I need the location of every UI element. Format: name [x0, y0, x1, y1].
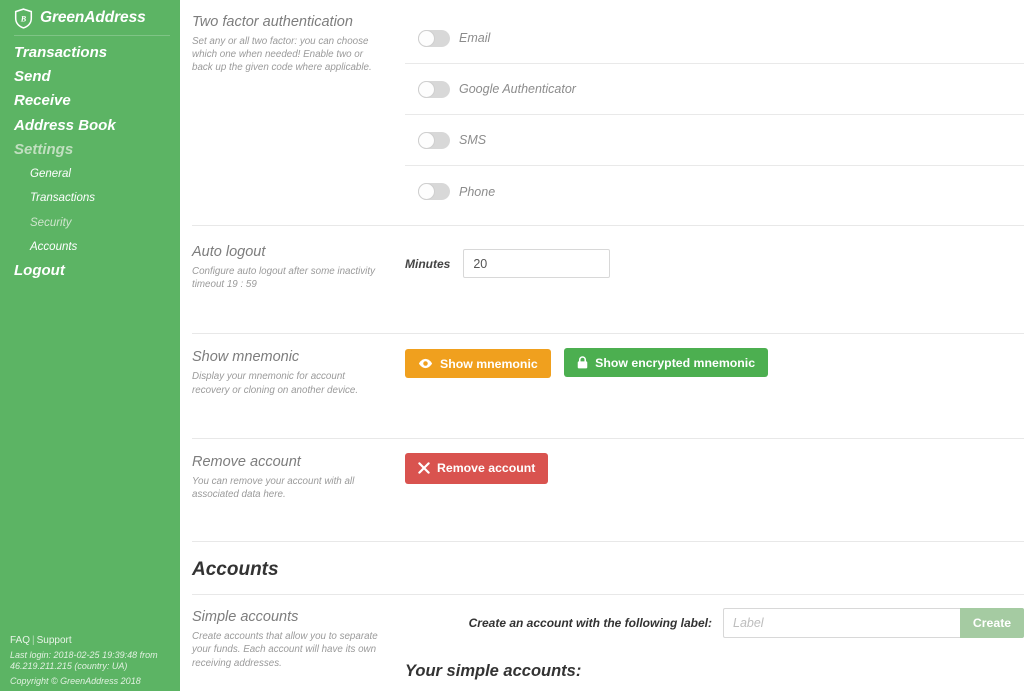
times-icon — [418, 462, 430, 475]
create-account-prompt: Create an account with the following lab… — [468, 616, 712, 631]
toggle-sms[interactable] — [418, 131, 450, 149]
footer-links: FAQ | Support — [10, 635, 180, 647]
show-encrypted-mnemonic-button-label: Show encrypted mnemonic — [595, 355, 756, 370]
sidebar-item-logout[interactable]: Logout — [0, 259, 180, 283]
auto-logout-control: Minutes — [405, 243, 1024, 278]
auto-logout-title: Auto logout — [192, 244, 266, 260]
support-link[interactable]: Support — [37, 635, 72, 646]
your-simple-accounts-heading: Your simple accounts: — [405, 662, 582, 681]
footer-separator: | — [32, 635, 35, 646]
remove-account-button[interactable]: Remove account — [405, 452, 549, 484]
show-mnemonic-title: Show mnemonic — [192, 349, 300, 366]
minutes-field-group: Minutes — [405, 249, 1024, 278]
remove-account-button-label: Remove account — [437, 461, 536, 476]
toggle-label-google-authenticator: Google Authenticator — [459, 82, 576, 96]
minutes-input[interactable] — [463, 249, 611, 278]
create-account-button[interactable]: Create — [960, 608, 1024, 639]
toggle-label-email: Email — [459, 31, 491, 45]
svg-text:B: B — [20, 14, 27, 23]
toggle-knob — [418, 29, 435, 47]
show-mnemonic-info: Show mnemonic Display your mnemonic for … — [192, 348, 405, 396]
faq-link[interactable]: FAQ — [10, 635, 30, 646]
toggle-phone[interactable] — [418, 183, 450, 200]
toggle-knob — [418, 183, 435, 200]
last-login-text: Last login: 2018-02-25 19:39:48 from 46.… — [10, 649, 158, 672]
divider-before-accounts — [192, 541, 1024, 543]
toggle-row-email: Email — [405, 13, 1024, 64]
toggle-row-google-authenticator: Google Authenticator — [405, 64, 1024, 115]
sidebar-item-address-book[interactable]: Address Book — [0, 114, 180, 138]
two-factor-description: Set any or all two factor: you can choos… — [192, 36, 372, 74]
lock-icon — [577, 356, 588, 369]
toggle-label-sms: SMS — [459, 133, 487, 147]
brand-name: GreenAddress — [40, 9, 146, 26]
eye-icon — [418, 358, 433, 369]
toggle-google-authenticator[interactable] — [418, 80, 450, 98]
create-account-row: Create an account with the following lab… — [405, 608, 1024, 639]
show-encrypted-mnemonic-button[interactable]: Show encrypted mnemonic — [564, 348, 769, 378]
show-mnemonic-button[interactable]: Show mnemonic — [405, 349, 551, 379]
simple-accounts-title: Simple accounts — [192, 609, 299, 626]
toggle-row-sms: SMS — [405, 115, 1024, 166]
copyright-text: Copyright © GreenAddress 2018 — [10, 675, 141, 686]
show-mnemonic-actions: Show mnemonic Show encrypted mnemonic — [405, 348, 1024, 379]
show-mnemonic-button-label: Show mnemonic — [440, 356, 538, 371]
sidebar-subitem-accounts[interactable]: Accounts — [0, 235, 180, 259]
section-simple-accounts: Simple accounts Create accounts that all… — [180, 595, 1024, 691]
remove-account-info: Remove account You can remove your accou… — [192, 453, 405, 501]
create-account-input-group: Create — [723, 608, 1024, 639]
remove-account-title: Remove account — [192, 453, 301, 470]
section-show-mnemonic: Show mnemonic Display your mnemonic for … — [180, 334, 1024, 396]
brand-divider — [14, 35, 170, 36]
main-content: Two factor authentication Set any or all… — [180, 0, 1024, 691]
two-factor-info: Two factor authentication Set any or all… — [192, 13, 405, 217]
sidebar-nav: Transactions Send Receive Address Book S… — [0, 41, 180, 283]
simple-accounts-panel: Create an account with the following lab… — [405, 608, 1024, 691]
shield-b-logo-icon: B — [14, 7, 33, 29]
section-auto-logout: Auto logout Configure auto logout after … — [180, 226, 1024, 291]
accounts-heading: Accounts — [192, 559, 279, 581]
sidebar-item-transactions[interactable]: Transactions — [0, 41, 180, 65]
show-mnemonic-description: Display your mnemonic for account recove… — [192, 371, 359, 396]
toggle-row-phone: Phone — [405, 166, 1024, 217]
two-factor-title: Two factor authentication — [192, 14, 353, 30]
auto-logout-description: Configure auto logout after some inactiv… — [192, 266, 375, 291]
remove-account-actions: Remove account — [405, 452, 1024, 484]
simple-accounts-info: Simple accounts Create accounts that all… — [192, 608, 405, 670]
sidebar-item-send[interactable]: Send — [0, 65, 180, 89]
minutes-label: Minutes — [405, 256, 451, 271]
remove-account-description: You can remove your account with all ass… — [192, 475, 355, 501]
sidebar-footer: FAQ | Support Last login: 2018-02-25 19:39… — [10, 635, 180, 687]
toggle-email[interactable] — [418, 29, 450, 47]
sidebar-subitem-security[interactable]: Security — [0, 211, 180, 235]
toggle-knob — [418, 80, 435, 98]
section-two-factor: Two factor authentication Set any or all… — [180, 0, 1024, 217]
simple-accounts-description: Create accounts that allow you to separa… — [192, 631, 378, 669]
app-root: B GreenAddress Transactions Send Receive… — [0, 0, 1024, 691]
sidebar-subitem-general[interactable]: General — [0, 162, 180, 186]
sidebar-item-settings[interactable]: Settings — [0, 138, 180, 162]
toggle-knob — [418, 131, 435, 149]
sidebar-item-receive[interactable]: Receive — [0, 89, 180, 113]
sidebar-subitem-transactions[interactable]: Transactions — [0, 186, 180, 210]
section-remove-account: Remove account You can remove your accou… — [180, 439, 1024, 501]
auto-logout-info: Auto logout Configure auto logout after … — [192, 243, 405, 291]
sidebar: B GreenAddress Transactions Send Receive… — [0, 0, 180, 691]
two-factor-toggles: Email Google Authenticator SMS Phone — [405, 13, 1024, 217]
brand[interactable]: B GreenAddress — [0, 0, 180, 30]
toggle-label-phone: Phone — [459, 184, 496, 199]
account-label-input[interactable] — [723, 608, 960, 639]
